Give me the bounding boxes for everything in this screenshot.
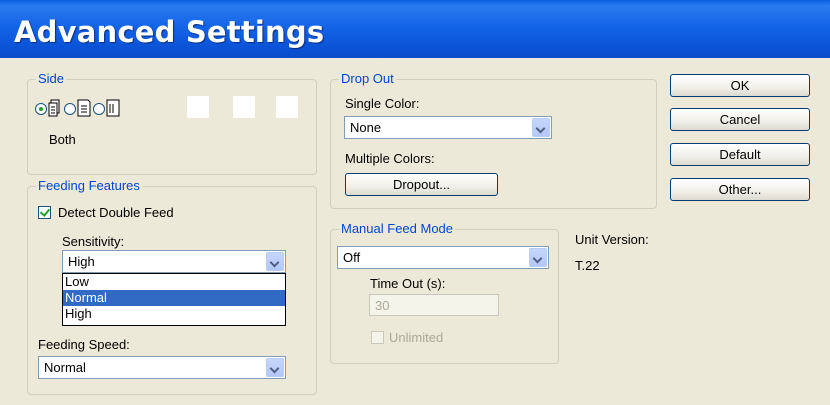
sensitivity-dropdown-list: Low Normal High	[62, 273, 286, 326]
both-sides-icon	[48, 99, 60, 117]
manual-feed-mode-value: Off	[343, 250, 361, 265]
single-color-select[interactable]: None	[344, 116, 552, 139]
side-radio-back[interactable]	[93, 103, 105, 115]
side-radio-both[interactable]	[35, 103, 47, 115]
feeding-speed-label: Feeding Speed:	[38, 337, 130, 352]
sensitivity-select[interactable]: High	[62, 250, 286, 273]
unlimited-label[interactable]: Unlimited	[389, 330, 443, 345]
default-button[interactable]: Default	[670, 143, 810, 166]
feeding-speed-value: Normal	[44, 360, 86, 375]
side-selected-label: Both	[49, 132, 76, 147]
feeding-speed-select[interactable]: Normal	[38, 356, 286, 379]
other-button[interactable]: Other...	[670, 178, 810, 201]
dropout-button[interactable]: Dropout...	[345, 173, 498, 196]
side-legend: Side	[36, 71, 67, 86]
title-bar: Advanced Settings	[0, 0, 830, 58]
unlimited-checkbox[interactable]	[371, 331, 384, 344]
side-option-box-2	[233, 96, 255, 118]
advanced-settings-window: Advanced Settings Side Both Feeding Feat…	[0, 0, 830, 405]
sensitivity-value: High	[68, 254, 95, 269]
side-radio-front[interactable]	[64, 103, 76, 115]
detect-double-feed-label[interactable]: Detect Double Feed	[58, 205, 174, 220]
side-option-box-1	[187, 96, 209, 118]
unit-version-value: T.22	[575, 258, 600, 273]
manual-feed-mode-select[interactable]: Off	[337, 246, 549, 269]
front-side-icon	[77, 99, 91, 117]
ok-button[interactable]: OK	[670, 74, 810, 97]
detect-double-feed-checkbox[interactable]	[38, 206, 51, 219]
drop-out-legend: Drop Out	[339, 71, 396, 86]
side-group: Side	[27, 71, 317, 175]
sensitivity-option-normal[interactable]: Normal	[63, 290, 285, 306]
sensitivity-option-high[interactable]: High	[63, 306, 285, 322]
unit-version-label: Unit Version:	[575, 232, 649, 247]
timeout-label: Time Out (s):	[370, 276, 446, 291]
sensitivity-label: Sensitivity:	[62, 234, 125, 249]
chevron-down-icon[interactable]	[529, 248, 547, 267]
chevron-down-icon[interactable]	[266, 252, 284, 271]
back-side-icon	[106, 99, 120, 117]
timeout-value: 30	[375, 298, 390, 313]
feeding-features-legend: Feeding Features	[36, 178, 142, 193]
chevron-down-icon[interactable]	[532, 118, 550, 137]
multiple-colors-label: Multiple Colors:	[345, 151, 435, 166]
manual-feed-mode-legend: Manual Feed Mode	[339, 221, 456, 236]
timeout-input[interactable]: 30	[369, 294, 499, 316]
single-color-value: None	[350, 120, 382, 135]
cancel-button[interactable]: Cancel	[670, 108, 810, 131]
chevron-down-icon[interactable]	[266, 358, 284, 377]
window-title: Advanced Settings	[14, 15, 325, 49]
sensitivity-option-low[interactable]: Low	[63, 274, 285, 290]
side-option-box-3	[276, 96, 298, 118]
single-color-label: Single Color:	[345, 96, 420, 111]
